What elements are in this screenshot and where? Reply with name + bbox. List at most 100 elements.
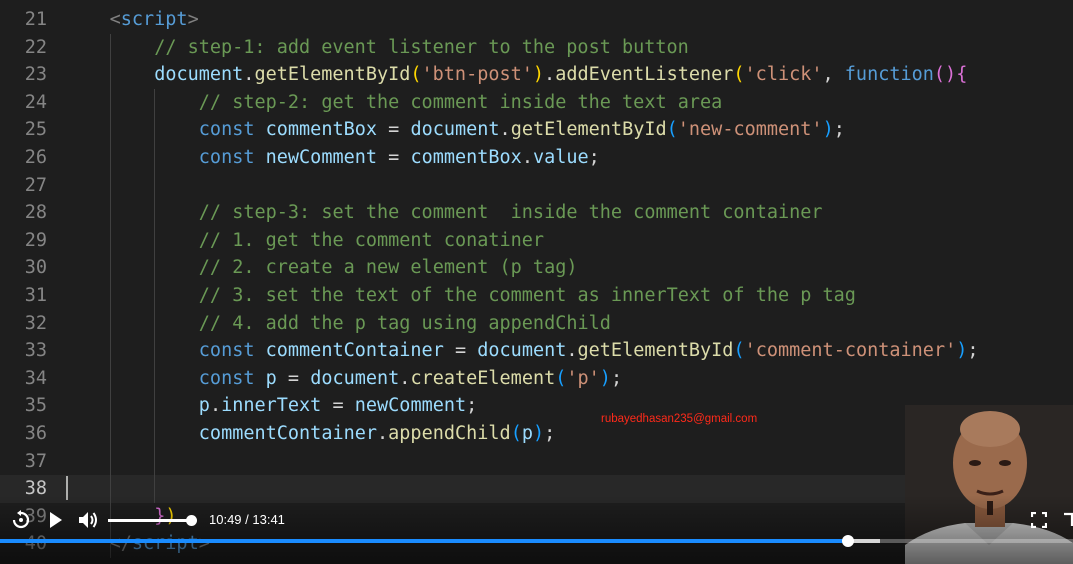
code-token: addEventListener xyxy=(555,64,734,86)
code-token: p xyxy=(521,423,533,444)
code-token: ) xyxy=(956,340,968,362)
code-token: document xyxy=(410,119,500,141)
code-token: . xyxy=(377,423,389,444)
fullscreen-button[interactable] xyxy=(1031,512,1047,528)
code-token: > xyxy=(187,9,199,30)
code-token: ( xyxy=(410,64,422,86)
code-token: 'p' xyxy=(566,367,600,389)
code-line[interactable]: 22 // step-1: add event listener to the p… xyxy=(0,34,1073,62)
volume-handle[interactable] xyxy=(186,515,197,526)
code-token: < xyxy=(109,9,121,30)
play-button[interactable] xyxy=(48,511,64,529)
replay-button[interactable] xyxy=(11,510,31,530)
line-number: 26 xyxy=(24,147,47,168)
code-line[interactable]: 21 <script> xyxy=(0,6,1073,34)
line-number: 28 xyxy=(24,202,47,224)
code-token: commentBox xyxy=(265,119,378,141)
code-text: const newComment = commentBox.value; xyxy=(199,144,600,172)
code-text: p.innerText = newComment; xyxy=(199,392,477,420)
code-token: = xyxy=(276,367,311,389)
replay-icon xyxy=(11,510,31,530)
code-token: ) xyxy=(822,119,834,141)
code-token: . xyxy=(243,64,255,86)
code-line[interactable]: 29 // 1. get the comment conatiner xyxy=(0,227,1073,255)
code-text: commentContainer.appendChild(p); xyxy=(199,420,555,448)
code-token: ) xyxy=(532,423,545,444)
play-icon xyxy=(48,511,64,529)
played-bar xyxy=(0,539,849,543)
line-number: 24 xyxy=(24,91,47,113)
email-watermark: rubayedhasan235@gmail.com xyxy=(601,413,758,425)
code-line[interactable]: 23 document.getElementById('btn-post').ad… xyxy=(0,61,1073,89)
code-token: newComment xyxy=(265,147,378,168)
code-token: 'btn-post' xyxy=(421,64,533,86)
code-token: ; xyxy=(466,395,478,417)
code-token: = xyxy=(321,395,355,417)
line-number: 25 xyxy=(24,119,47,141)
code-token: () xyxy=(933,64,957,86)
volume-icon xyxy=(77,510,99,530)
indent-guide xyxy=(154,88,156,503)
code-line[interactable]: 31 // 3. set the text of the comment as i… xyxy=(0,282,1073,310)
line-number: 29 xyxy=(24,229,47,251)
code-token: p xyxy=(265,367,277,389)
code-token: // 3. set the text of the comment as inn… xyxy=(198,285,856,306)
code-token: 'comment-container' xyxy=(744,340,957,362)
line-number: 35 xyxy=(24,395,47,417)
code-token: commentBox xyxy=(410,147,522,168)
code-token: . xyxy=(521,147,533,168)
code-token: // 4. add the p tag using appendChild xyxy=(198,312,611,334)
code-token: . xyxy=(399,367,411,389)
code-token: document xyxy=(310,367,400,389)
code-token: // 2. create a new element (p tag) xyxy=(198,257,578,279)
code-token: . xyxy=(209,395,222,417)
code-text: <script> xyxy=(110,6,199,34)
code-line[interactable]: 28 // step-3: set the comment inside the … xyxy=(0,199,1073,227)
code-token: = xyxy=(443,340,478,362)
volume-level xyxy=(108,519,192,522)
code-token: innerText xyxy=(221,395,322,417)
code-token: 'new-comment' xyxy=(677,119,823,141)
code-text: // step-2: get the comment inside the te… xyxy=(199,89,722,117)
code-text: // 3. set the text of the comment as inn… xyxy=(199,282,856,310)
code-text: // step-1: add event listener to the pos… xyxy=(154,34,689,62)
code-token: // step-1: add event listener to the pos… xyxy=(154,36,689,58)
code-token: newComment xyxy=(354,395,467,417)
volume-slider[interactable] xyxy=(108,515,197,526)
code-text: // 1. get the comment conatiner xyxy=(199,227,544,255)
code-token: const xyxy=(198,340,266,362)
code-token: ; xyxy=(610,367,623,389)
seek-bar[interactable] xyxy=(0,535,1073,547)
code-token: const xyxy=(198,119,266,141)
code-line[interactable]: 27 xyxy=(0,172,1073,200)
code-line[interactable]: 26 const newComment = commentBox.value; xyxy=(0,144,1073,172)
line-number: 21 xyxy=(24,9,47,30)
indent-guide xyxy=(109,33,111,558)
code-token: document xyxy=(477,340,567,362)
code-text: const commentBox = document.getElementBy… xyxy=(199,116,845,144)
code-token: appendChild xyxy=(388,423,511,444)
line-number: 22 xyxy=(24,36,47,58)
fullscreen-icon xyxy=(1031,512,1047,528)
line-number: 23 xyxy=(24,64,47,86)
code-line[interactable]: 24 // step-2: get the comment inside the … xyxy=(0,89,1073,117)
expand-button[interactable] xyxy=(1063,512,1073,528)
code-token: . xyxy=(544,64,556,86)
line-number: 36 xyxy=(24,423,47,444)
volume-button[interactable] xyxy=(77,510,99,530)
code-line[interactable]: 25 const commentBox = document.getElement… xyxy=(0,116,1073,144)
code-token: ( xyxy=(555,367,567,389)
code-token: function xyxy=(844,64,934,86)
code-line[interactable]: 34 const p = document.createElement('p'); xyxy=(0,365,1073,393)
code-line[interactable]: 30 // 2. create a new element (p tag) xyxy=(0,254,1073,282)
code-text: const commentContainer = document.getEle… xyxy=(199,337,979,365)
code-token: getElementById xyxy=(510,119,667,141)
code-line[interactable]: 32 // 4. add the p tag using appendChild xyxy=(0,310,1073,338)
code-token: ( xyxy=(733,340,745,362)
code-token: ) xyxy=(532,64,545,86)
code-token: ; xyxy=(544,423,556,444)
code-line[interactable]: 33 const commentContainer = document.getE… xyxy=(0,337,1073,365)
code-token: commentContainer xyxy=(198,423,378,444)
time-display: 10:49 / 13:41 xyxy=(209,512,285,527)
expand-icon xyxy=(1063,512,1073,528)
